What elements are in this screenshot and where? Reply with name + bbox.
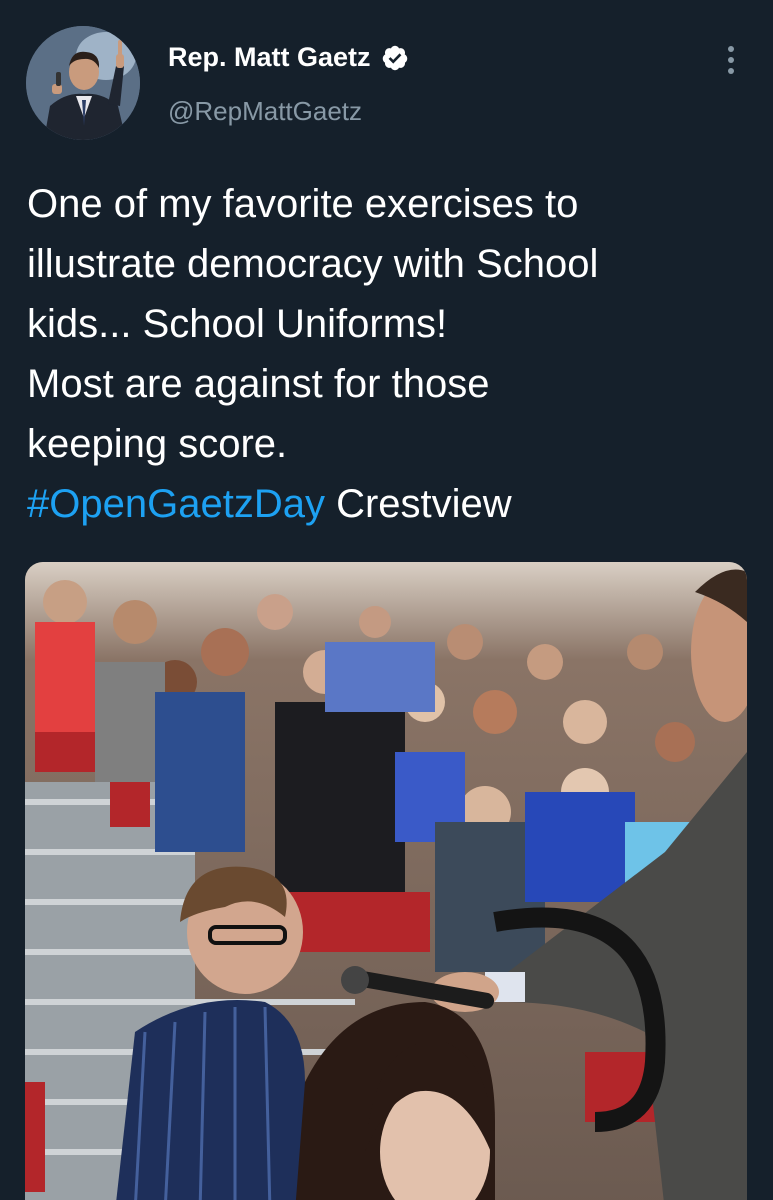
tweet-text-line: illustrate democracy with School: [27, 242, 599, 286]
more-vertical-icon: [728, 46, 734, 52]
more-vertical-icon-dot: [728, 68, 734, 74]
gymnasium-photo: [25, 562, 747, 1200]
hashtag-link[interactable]: #OpenGaetzDay: [27, 482, 325, 526]
verified-badge-icon: [381, 44, 409, 72]
tweet-text-line: kids... School Uniforms!: [27, 302, 448, 346]
tweet-media-photo[interactable]: [25, 562, 747, 1200]
place-text: Crestview: [336, 482, 512, 526]
tweet-card: Rep. Matt Gaetz @RepMattGaetz One of my …: [0, 0, 773, 1200]
author-display-name[interactable]: Rep. Matt Gaetz: [168, 42, 371, 73]
author-avatar[interactable]: [26, 26, 140, 140]
profile-photo-icon: [26, 26, 140, 140]
author-name-row[interactable]: Rep. Matt Gaetz: [168, 42, 409, 73]
tweet-text: One of my favorite exercises to illustra…: [27, 174, 747, 534]
author-handle[interactable]: @RepMattGaetz: [168, 96, 362, 127]
tweet-text-line: One of my favorite exercises to: [27, 182, 579, 226]
tweet-text-line: Most are against for those: [27, 362, 490, 406]
tweet-text-line: keeping score.: [27, 422, 288, 466]
more-options-button[interactable]: [716, 40, 746, 80]
more-vertical-icon-dot: [728, 57, 734, 63]
